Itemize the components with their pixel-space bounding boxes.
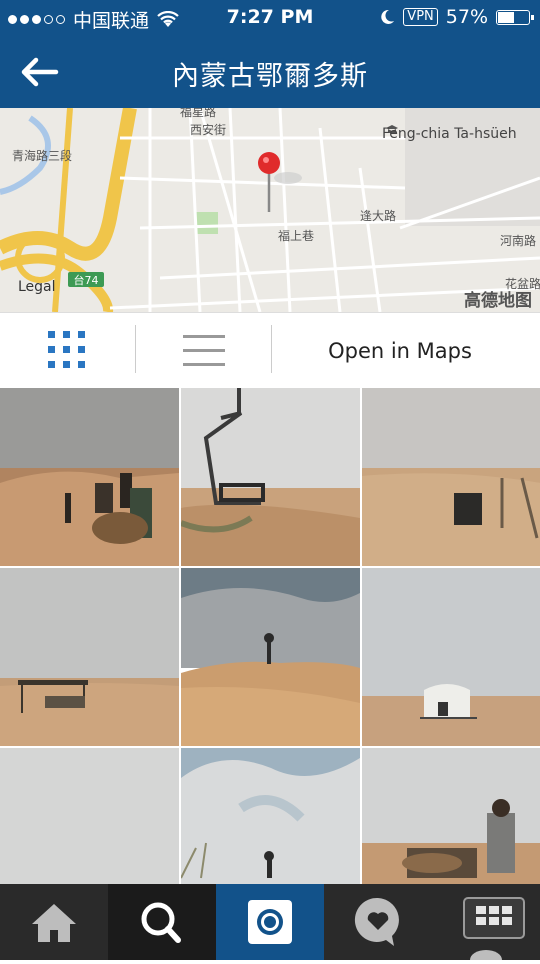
- street-label: 福上巷: [278, 228, 314, 243]
- map-pin-icon: [258, 152, 280, 174]
- location-map[interactable]: 台74 福星路 西安街 青海路三段 逢大路 河南路 福上巷 花盆路 Feng-c…: [0, 108, 540, 312]
- photo-thumbnail[interactable]: [362, 748, 540, 884]
- street-label: 福星路: [180, 108, 216, 119]
- grid-view-button[interactable]: [30, 325, 106, 377]
- street-label: 青海路三段: [12, 148, 72, 163]
- heart-bubble-icon: [354, 897, 399, 946]
- street-label: 河南路: [500, 233, 536, 248]
- profile-icon: [463, 897, 525, 960]
- status-bar: 中国联通 7:27 PM VPN 57%: [0, 0, 540, 36]
- tab-search[interactable]: [108, 884, 216, 960]
- place-label: Feng-chia Ta-hsüeh: [382, 126, 517, 142]
- battery-percent: 57%: [445, 6, 488, 28]
- photo-thumbnail[interactable]: [0, 748, 179, 884]
- tab-profile[interactable]: [432, 884, 540, 960]
- page-title: 內蒙古鄂爾多斯: [172, 61, 368, 92]
- nav-bar: 內蒙古鄂爾多斯: [0, 36, 540, 108]
- camera-icon: [248, 900, 292, 944]
- photo-grid: [0, 388, 540, 884]
- open-in-maps-button[interactable]: Open in Maps: [272, 325, 528, 377]
- photo-thumbnail[interactable]: [181, 388, 360, 566]
- home-icon: [32, 904, 76, 942]
- photo-thumbnail[interactable]: [0, 568, 179, 746]
- divider: [135, 325, 136, 373]
- photo-thumbnail[interactable]: [362, 568, 540, 746]
- map-legal-link[interactable]: Legal: [18, 279, 56, 295]
- moon-icon: [381, 9, 395, 24]
- tab-activity[interactable]: [324, 884, 432, 960]
- battery-icon: [496, 9, 534, 25]
- search-icon: [141, 902, 181, 943]
- street-label: 西安街: [190, 122, 226, 137]
- status-right: VPN 57%: [379, 6, 534, 28]
- map-provider-logo: 高德地图: [464, 291, 532, 311]
- photo-thumbnail[interactable]: [0, 388, 179, 566]
- photo-thumbnail[interactable]: [181, 568, 360, 746]
- photo-thumbnail[interactable]: [362, 388, 540, 566]
- photo-thumbnail[interactable]: [181, 748, 360, 884]
- street-label: 逢大路: [360, 208, 396, 223]
- list-view-button[interactable]: [165, 325, 241, 377]
- tab-bar: [0, 884, 540, 960]
- highway-label: 台74: [74, 273, 99, 287]
- tab-home[interactable]: [0, 884, 108, 960]
- vpn-badge: VPN: [403, 8, 438, 26]
- tab-camera[interactable]: [216, 884, 324, 960]
- view-toggle-bar: Open in Maps: [0, 312, 540, 390]
